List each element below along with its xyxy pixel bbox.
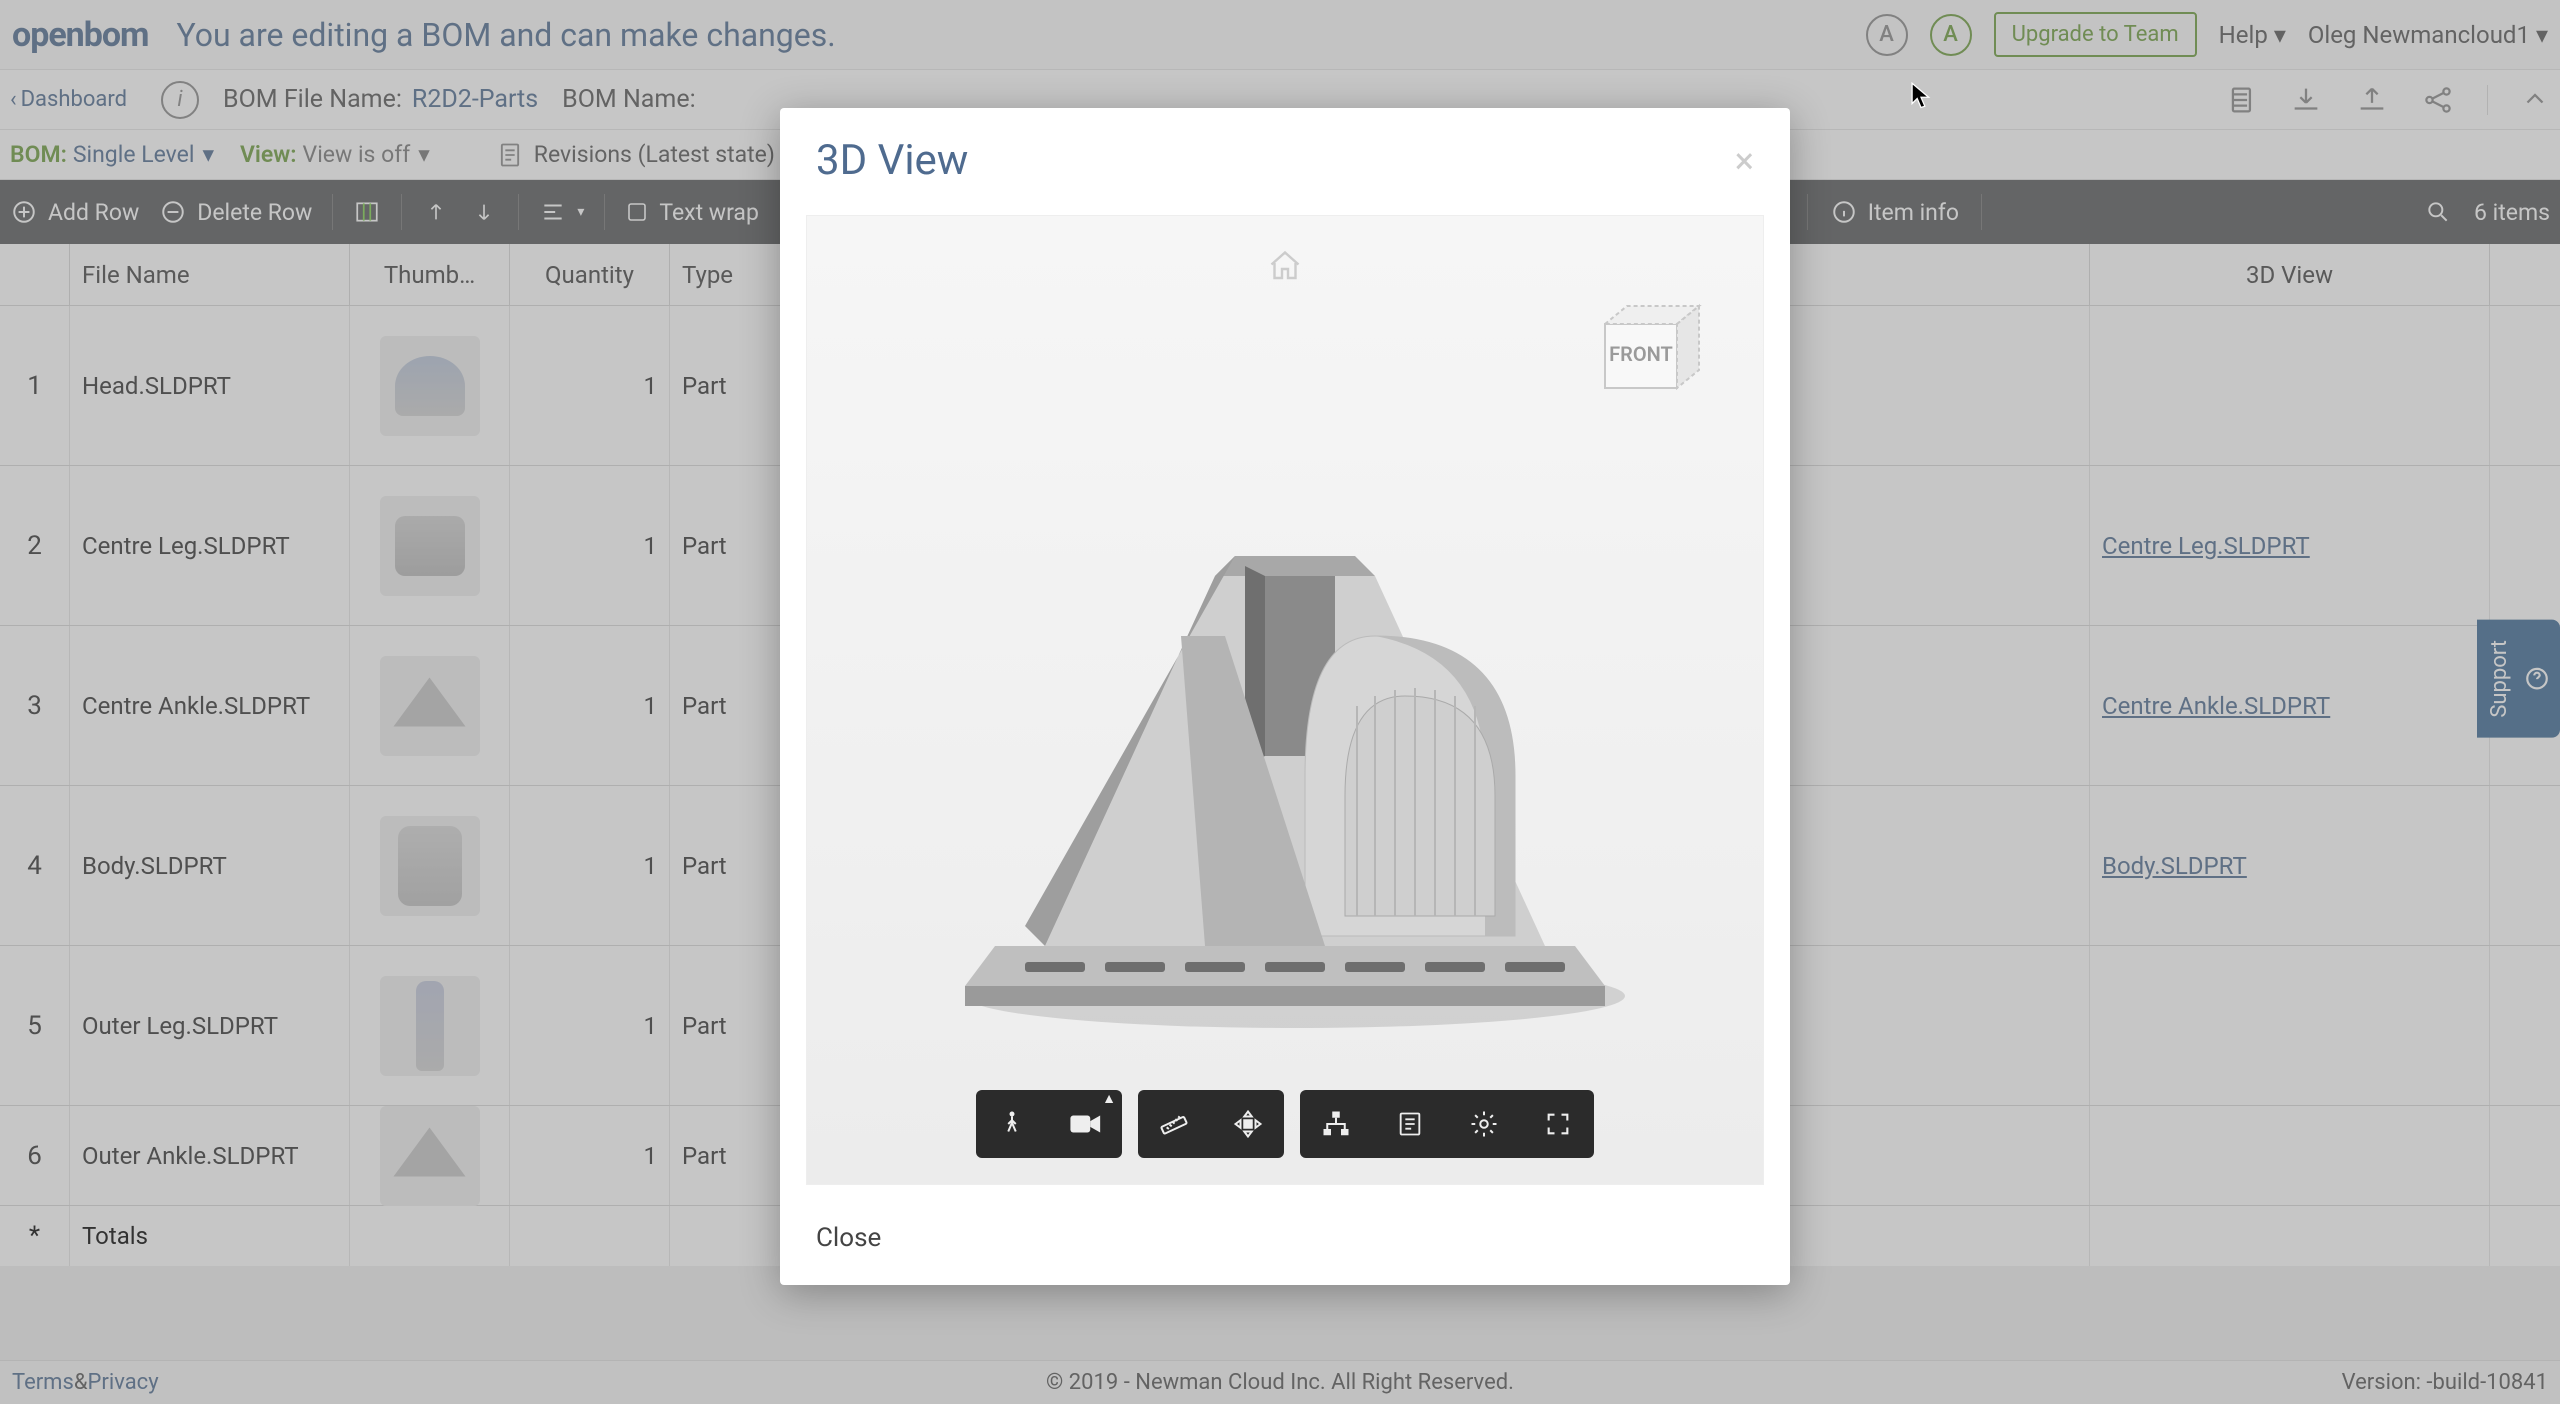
tree-icon[interactable] (1312, 1100, 1360, 1148)
fullscreen-icon[interactable] (1534, 1100, 1582, 1148)
close-icon[interactable]: × (1735, 140, 1754, 182)
orientation-cube[interactable]: FRONT (1589, 296, 1699, 396)
3d-view-modal: 3D View × FRONT (780, 108, 1790, 1285)
modal-title: 3D View (816, 136, 968, 185)
3d-viewer-canvas[interactable]: FRONT (806, 215, 1764, 1185)
home-icon[interactable] (1267, 248, 1303, 284)
walk-icon[interactable] (988, 1100, 1036, 1148)
close-button[interactable]: Close (816, 1223, 881, 1253)
mouse-cursor-icon (1910, 82, 1932, 110)
3d-model[interactable] (905, 516, 1665, 1036)
viewer-group-2 (1138, 1090, 1284, 1158)
orientation-face-label: FRONT (1609, 342, 1673, 366)
properties-icon[interactable] (1386, 1100, 1434, 1148)
viewer-group-3 (1300, 1090, 1594, 1158)
settings-icon[interactable] (1460, 1100, 1508, 1148)
explode-icon[interactable] (1224, 1100, 1272, 1148)
camera-icon[interactable]: ▲ (1062, 1100, 1110, 1148)
viewer-group-1: ▲ (976, 1090, 1122, 1158)
measure-icon[interactable] (1150, 1100, 1198, 1148)
viewer-toolbar: ▲ (976, 1090, 1594, 1158)
